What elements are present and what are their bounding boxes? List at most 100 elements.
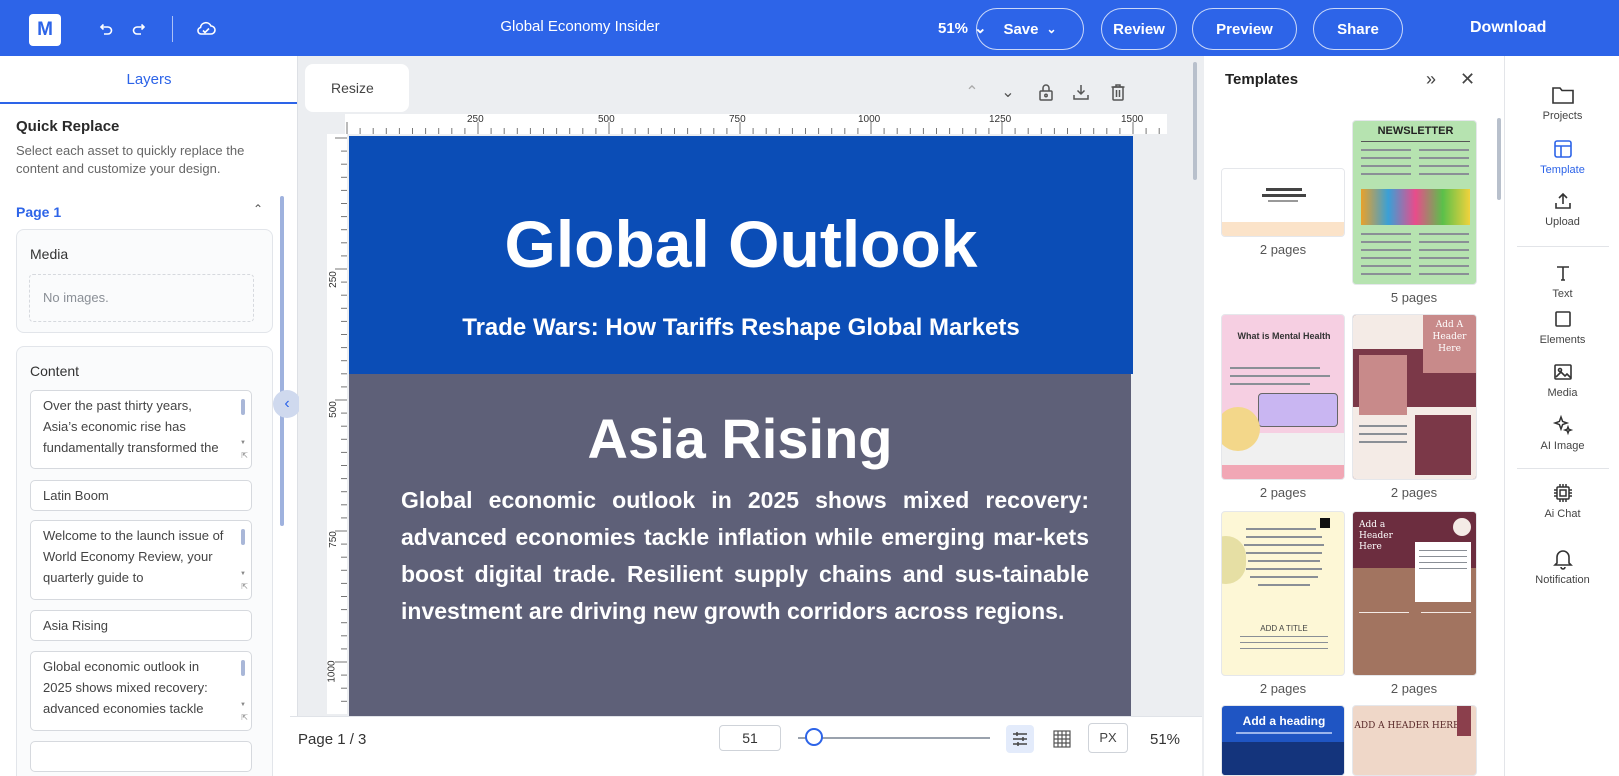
editor-app: M Global Economy Insider 51% ⌄ Save ⌄ Re…: [0, 0, 1619, 776]
resize-grip-icon[interactable]: ⇱: [241, 576, 248, 597]
ruler-label: 750: [729, 114, 746, 125]
share-button[interactable]: Share: [1313, 8, 1403, 50]
field-scrollbar[interactable]: [241, 399, 245, 415]
page-section-label[interactable]: Page 1: [16, 204, 61, 220]
article-section[interactable]: Asia Rising Global economic outlook in 2…: [349, 374, 1131, 716]
elements-icon: [1550, 306, 1576, 332]
chip-icon: [1550, 480, 1576, 506]
sparkle-icon: [1550, 412, 1576, 438]
templates-panel: Templates » ✕ 2 pages NEWSLETTER 5 pages…: [1204, 56, 1504, 776]
panel-scrollbar[interactable]: [280, 196, 284, 526]
resize-button[interactable]: Resize: [305, 64, 409, 112]
section-title[interactable]: Asia Rising: [349, 406, 1131, 471]
rail-label: Upload: [1545, 216, 1580, 228]
image-icon: [1550, 359, 1576, 385]
template-thumbnail[interactable]: What is Mental Health: [1221, 314, 1345, 480]
preview-button[interactable]: Preview: [1192, 8, 1297, 50]
download-icon[interactable]: [1071, 82, 1091, 102]
rail-item-upload[interactable]: Upload: [1505, 188, 1619, 228]
content-field-text: Asia Rising: [43, 618, 109, 633]
redo-icon[interactable]: [129, 18, 151, 40]
templates-scrollbar[interactable]: [1497, 118, 1501, 200]
template-caption: 2 pages: [1390, 681, 1438, 696]
ruler-left-ticks: [335, 137, 347, 702]
banner-subtitle[interactable]: Trade Wars: How Tariffs Reshape Global M…: [349, 314, 1133, 342]
download-button[interactable]: Download: [1470, 19, 1546, 37]
content-field[interactable]: Global economic outlook in 2025 shows mi…: [30, 651, 252, 731]
content-field[interactable]: [30, 741, 252, 772]
grid-view-icon[interactable]: [1048, 725, 1076, 753]
template-heading: Add a heading: [1242, 714, 1326, 728]
content-field[interactable]: Asia Rising: [30, 610, 252, 641]
content-field[interactable]: Over the past thirty years, Asia’s econo…: [30, 390, 252, 469]
banner-block[interactable]: Global Outlook Trade Wars: How Tariffs R…: [349, 136, 1133, 374]
ruler-label: 250: [467, 114, 484, 125]
tab-layers[interactable]: Layers: [0, 56, 297, 104]
cloud-sync-icon[interactable]: [195, 18, 217, 40]
template-thumbnail[interactable]: ADD A HEADER HERE: [1352, 705, 1477, 776]
content-field[interactable]: Welcome to the launch issue of World Eco…: [30, 520, 252, 600]
chevron-up-icon[interactable]: ⌃: [253, 202, 263, 216]
toolbar-divider: [172, 16, 173, 42]
save-button[interactable]: Save ⌄: [976, 8, 1084, 50]
zoom-slider-track[interactable]: [798, 737, 990, 739]
template-thumbnail[interactable]: Add A Header Here: [1352, 314, 1477, 480]
unit-toggle[interactable]: PX: [1088, 723, 1128, 753]
lock-icon[interactable]: [1036, 82, 1056, 102]
content-field[interactable]: Latin Boom: [30, 480, 252, 511]
template-thumbnail[interactable]: [1221, 168, 1345, 237]
template-thumbnail[interactable]: ADD A TITLE: [1221, 511, 1345, 676]
field-scrollbar[interactable]: [241, 660, 245, 676]
canvas-scrollbar[interactable]: [1193, 62, 1197, 180]
app-logo[interactable]: M: [29, 14, 61, 46]
list-view-icon[interactable]: [1006, 725, 1034, 753]
document-title[interactable]: Global Economy Insider: [440, 18, 720, 35]
rail-label: Media: [1547, 387, 1578, 399]
content-title: Content: [30, 363, 80, 379]
zoom-display: 51%: [1150, 731, 1181, 748]
collapse-panel-button[interactable]: ‹: [273, 390, 301, 418]
zoom-input[interactable]: 51: [719, 725, 781, 751]
rail-item-ai-image[interactable]: AI Image: [1505, 412, 1619, 452]
content-field-text: Over the past thirty years, Asia’s econo…: [43, 398, 219, 455]
rail-item-elements[interactable]: Elements: [1505, 306, 1619, 346]
chevron-down-icon: ⌄: [1046, 22, 1057, 36]
rail-divider: [1517, 246, 1609, 247]
right-rail: Projects Template Upload Text Elements M…: [1504, 56, 1619, 776]
ruler-label: 1000: [326, 660, 338, 683]
template-heading: ADD A TITLE: [1260, 624, 1308, 633]
trash-icon[interactable]: [1108, 82, 1128, 102]
template-caption: 2 pages: [1259, 681, 1307, 696]
rail-item-notification[interactable]: Notification: [1505, 546, 1619, 586]
rail-divider: [1517, 468, 1609, 469]
template-caption: 2 pages: [1259, 242, 1307, 257]
banner-title[interactable]: Global Outlook: [349, 206, 1133, 282]
page-indicator[interactable]: Page 1 / 3: [298, 731, 366, 748]
bell-icon: [1550, 546, 1576, 572]
chevron-down-icon[interactable]: ⌄: [998, 82, 1018, 102]
rail-label: Text: [1552, 288, 1573, 300]
template-thumbnail[interactable]: Add a Header Here: [1352, 511, 1477, 676]
close-icon[interactable]: ✕: [1460, 69, 1475, 90]
section-body[interactable]: Global economic outlook in 2025 shows mi…: [401, 482, 1089, 630]
rail-item-projects[interactable]: Projects: [1505, 82, 1619, 122]
rail-item-media[interactable]: Media: [1505, 359, 1619, 399]
rail-item-ai-chat[interactable]: Ai Chat: [1505, 480, 1619, 520]
bottom-bar: Page 1 / 3 51 PX 51%: [290, 716, 1202, 776]
template-thumbnail[interactable]: NEWSLETTER: [1352, 120, 1477, 285]
rail-label: Elements: [1539, 334, 1586, 346]
template-caption: 2 pages: [1259, 485, 1307, 500]
undo-icon[interactable]: [94, 18, 116, 40]
review-button[interactable]: Review: [1101, 8, 1177, 50]
resize-grip-icon[interactable]: ⇱: [241, 445, 248, 466]
rail-item-template[interactable]: Template: [1505, 136, 1619, 176]
template-thumbnail[interactable]: Add a heading: [1221, 705, 1345, 776]
zoom-slider-handle[interactable]: [805, 728, 823, 746]
content-field-text: Latin Boom: [43, 488, 109, 503]
template-heading: ADD A HEADER HERE: [1354, 721, 1460, 731]
field-scrollbar[interactable]: [241, 529, 245, 545]
rail-item-text[interactable]: Text: [1505, 260, 1619, 300]
chevron-up-icon[interactable]: ⌃: [962, 82, 982, 102]
resize-grip-icon[interactable]: ⇱: [241, 707, 248, 728]
double-chevron-right-icon[interactable]: »: [1426, 69, 1436, 90]
